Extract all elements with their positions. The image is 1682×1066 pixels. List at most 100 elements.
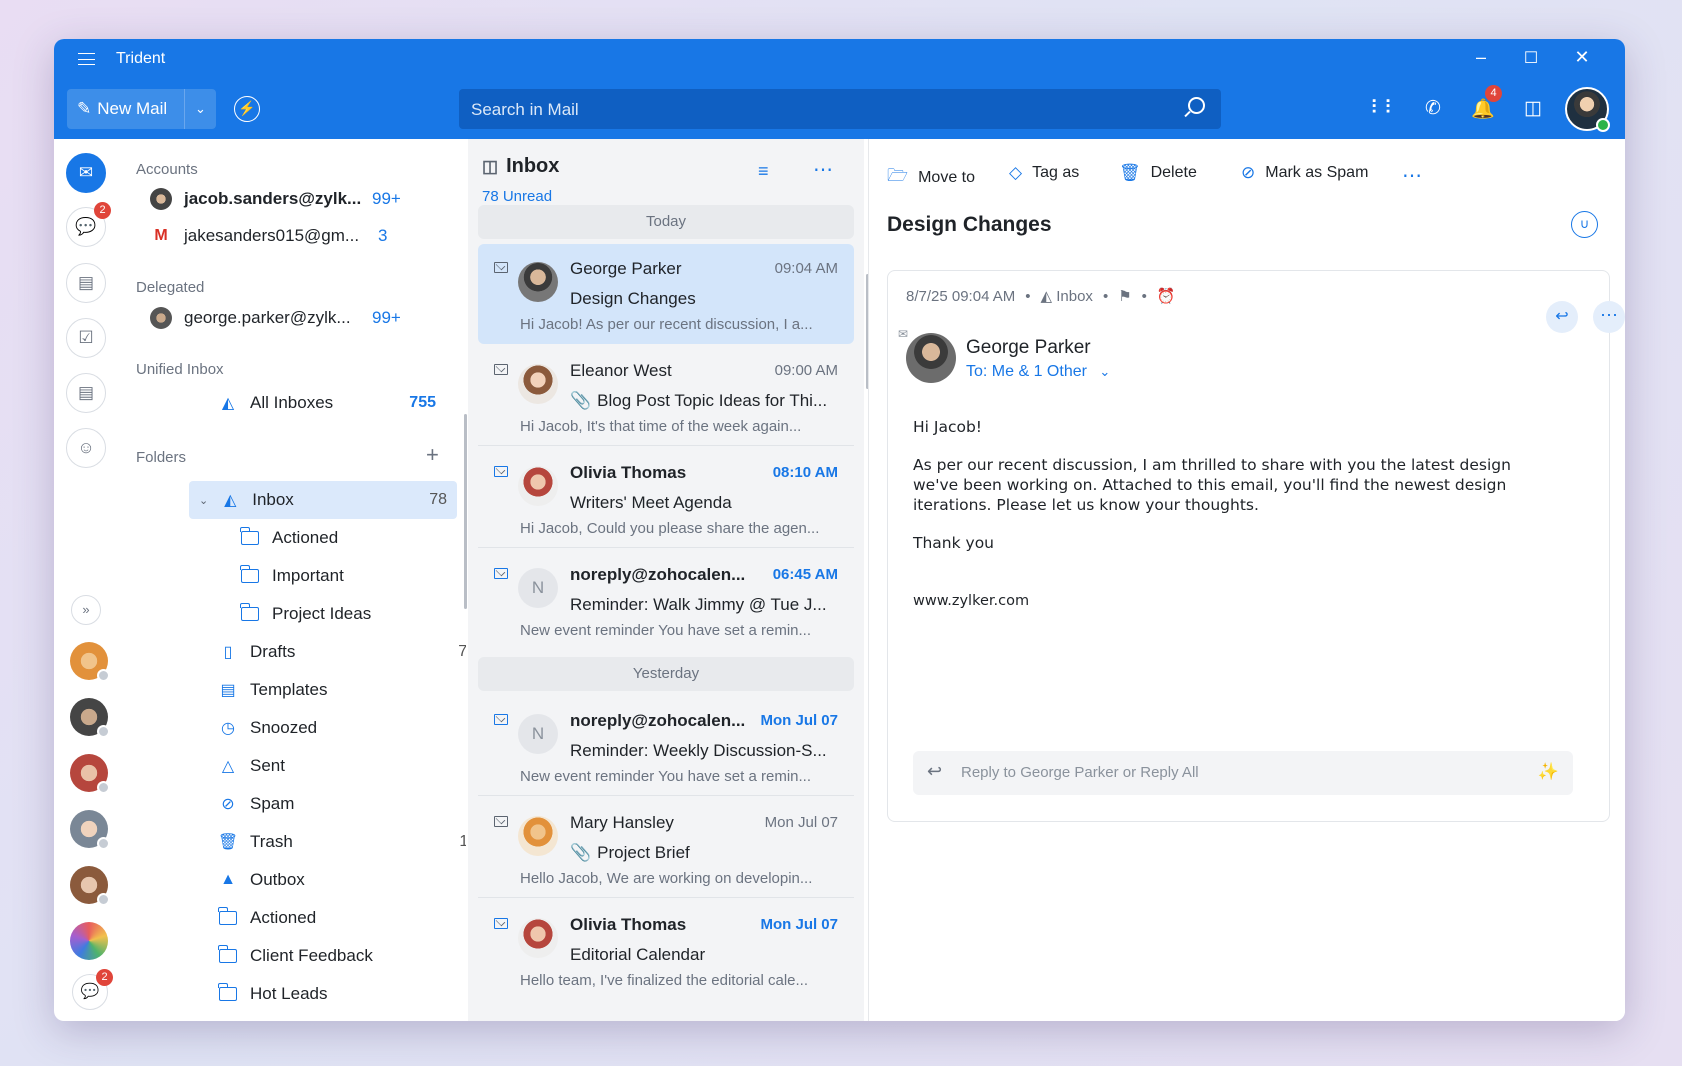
folder-trash[interactable]: 🗑 Trash 11 <box>218 823 466 861</box>
filter-icon[interactable]: ≡ <box>758 161 769 182</box>
reply-button[interactable]: ↩ <box>1546 301 1578 333</box>
collapse-pane-icon[interactable]: ◫ <box>482 157 498 176</box>
list-item[interactable]: George Parker 09:04 AM Design Changes Hi… <box>478 244 854 344</box>
website-link[interactable]: www.zylker.com <box>913 591 1553 611</box>
bottom-chat-icon[interactable]: 💬 2 <box>72 969 113 1010</box>
folder-label: Spam <box>250 794 295 813</box>
folder-templates[interactable]: ▤Templates3 <box>218 671 466 709</box>
folder-move-icon: 🗁 <box>887 166 909 185</box>
collapse-chevron-icon[interactable]: ⌄ <box>199 494 208 507</box>
folder-important[interactable]: Important <box>240 557 466 595</box>
more-actions-icon[interactable]: ⋯ <box>1402 163 1422 188</box>
search-icon[interactable] <box>1188 97 1205 114</box>
add-folder-icon[interactable]: + <box>426 442 439 468</box>
folder-client-feedback[interactable]: Client Feedback <box>218 937 466 975</box>
folder-actioned-2[interactable]: Actioned <box>218 899 466 937</box>
mark-as-spam-label: Mark as Spam <box>1265 164 1369 181</box>
maximize-icon[interactable]: ☐ <box>1519 48 1543 68</box>
notes-icon[interactable]: ▤ <box>66 373 106 413</box>
list-item[interactable]: N noreply@zohocalen... Mon Jul 07 Remind… <box>478 696 854 796</box>
ai-sparkle-icon[interactable]: ✨ <box>1538 762 1559 782</box>
folder-label: Actioned <box>250 908 317 927</box>
recipients[interactable]: To: Me & 1 Other ⌄ <box>966 363 1110 381</box>
account-item[interactable]: jacob.sanders@zylk... 99+ <box>150 188 401 210</box>
reading-pane: 🗁 Move to ◇ Tag as 🗑 Delete ⊘ Mark as Spam ⋯… <box>868 139 1625 1021</box>
app-rail: ✉ 💬 2 ▤ ☑ ▤ ☺ » 💬 2 <box>54 139 126 1021</box>
group-avatar[interactable] <box>70 922 108 960</box>
message-subject: Editorial Calendar <box>570 945 706 964</box>
account-item[interactable]: M jakesanders015@gm... 3 <box>150 226 400 246</box>
list-item[interactable]: Olivia Thomas Mon Jul 07 Editorial Calen… <box>478 900 854 1000</box>
sidebar-toggle-icon[interactable]: ◫ <box>1520 97 1546 123</box>
folder-project-ideas[interactable]: Project Ideas <box>240 595 466 633</box>
tasks-icon[interactable]: ☑ <box>66 318 106 358</box>
search-input[interactable]: Search in Mail <box>459 89 1221 129</box>
phone-icon[interactable]: ✆ <box>1420 97 1446 123</box>
more-email-options-icon[interactable]: ⋯ <box>1593 301 1625 333</box>
account-item[interactable]: george.parker@zylk... 99+ <box>150 307 401 329</box>
contact-avatar[interactable] <box>70 810 110 850</box>
sender-avatar <box>518 918 558 958</box>
folder-scrollbar[interactable] <box>464 414 467 609</box>
hamburger-menu-icon[interactable] <box>78 53 95 65</box>
accounts-label: Accounts <box>136 161 198 178</box>
folder-label: All Inboxes <box>250 393 334 412</box>
expand-rail-icon[interactable]: » <box>71 595 101 625</box>
flag-icon[interactable]: ⚑ <box>1118 287 1131 305</box>
folder-icon <box>240 565 259 583</box>
folder-count: 73 <box>458 643 466 660</box>
share-icon[interactable]: ∪ <box>1571 211 1598 238</box>
new-mail-main[interactable]: ✎ New Mail <box>67 89 185 129</box>
contact-avatar[interactable] <box>70 754 110 794</box>
quick-actions-icon[interactable]: ⚡ <box>234 96 260 122</box>
reminder-icon[interactable]: ⏰ <box>1157 287 1176 305</box>
user-avatar[interactable] <box>1565 87 1610 132</box>
close-window-icon[interactable]: ✕ <box>1570 47 1594 68</box>
new-mail-button[interactable]: ✎ New Mail ⌄ <box>67 89 216 129</box>
folder-snoozed[interactable]: ◷ Snoozed <box>218 709 466 747</box>
tag-as-button[interactable]: ◇ Tag as <box>1009 163 1079 183</box>
folder-inbox[interactable]: ⌄ ◭ Inbox 78 <box>189 481 457 519</box>
new-mail-dropdown-icon[interactable]: ⌄ <box>185 101 216 117</box>
folder-outbox[interactable]: ▲Outbox1 <box>218 861 466 899</box>
minimize-icon[interactable]: – <box>1469 47 1493 68</box>
contact-avatar[interactable] <box>70 866 110 906</box>
sender-avatar <box>518 262 558 302</box>
folder-tag[interactable]: ◭ Inbox <box>1041 287 1093 305</box>
app-window: Trident – ☐ ✕ ✎ New Mail ⌄ ⚡ Search in M… <box>54 39 1625 1021</box>
delete-button[interactable]: 🗑 Delete <box>1119 163 1197 183</box>
contact-avatar[interactable] <box>70 642 110 682</box>
folder-sent[interactable]: △ Sent <box>218 747 466 785</box>
group-header-yesterday: Yesterday <box>478 657 854 691</box>
chevron-down-icon[interactable]: ⌄ <box>1099 364 1110 379</box>
chat-icon[interactable]: 💬 2 <box>66 202 111 247</box>
folder-actioned[interactable]: Actioned <box>240 519 466 557</box>
list-item[interactable]: Eleanor West 09:00 AM 📎 Blog Post Topic I… <box>478 346 854 446</box>
mark-as-spam-button[interactable]: ⊘ Mark as Spam <box>1241 163 1368 183</box>
folder-drafts[interactable]: ▯ Drafts 73 <box>218 633 466 671</box>
reply-input[interactable]: ↩ Reply to George Parker or Reply All ✨ <box>913 751 1573 795</box>
email-subject: Design Changes <box>887 213 1052 236</box>
list-item[interactable]: Mary Hansley Mon Jul 07 📎 Project Brief H… <box>478 798 854 898</box>
more-options-icon[interactable]: ⋯ <box>813 157 834 182</box>
message-subject: Writers' Meet Agenda <box>570 493 732 512</box>
folder-hot-leads[interactable]: Hot Leads <box>218 975 466 1013</box>
unread-count[interactable]: 78 Unread <box>482 188 552 205</box>
message-time: 09:04 AM <box>774 260 838 277</box>
mail-icon[interactable]: ✉ <box>66 153 106 193</box>
calendar-icon[interactable]: ▤ <box>66 263 106 303</box>
list-item[interactable]: Olivia Thomas 08:10 AM Writers' Meet Age… <box>478 448 854 548</box>
contacts-icon[interactable]: ☺ <box>66 428 106 468</box>
folder-all-inboxes[interactable]: ◭ All Inboxes 755 <box>218 384 466 422</box>
sender-name[interactable]: George Parker <box>966 337 1091 359</box>
move-to-button[interactable]: 🗁 Move to <box>887 163 975 192</box>
notifications-icon[interactable]: 🔔 4 <box>1470 85 1502 123</box>
envelope-open-icon <box>494 816 508 827</box>
trash-icon: 🗑 <box>1119 163 1141 182</box>
sender-name: Olivia Thomas <box>570 915 687 934</box>
contact-avatar[interactable] <box>70 698 110 738</box>
folder-spam[interactable]: ⊘Spam1 <box>218 785 466 823</box>
list-item[interactable]: N noreply@zohocalen... 06:45 AM Reminder… <box>478 550 854 650</box>
apps-grid-icon[interactable]: ⠇⠇ <box>1370 97 1398 123</box>
sender-avatar[interactable] <box>906 333 956 383</box>
